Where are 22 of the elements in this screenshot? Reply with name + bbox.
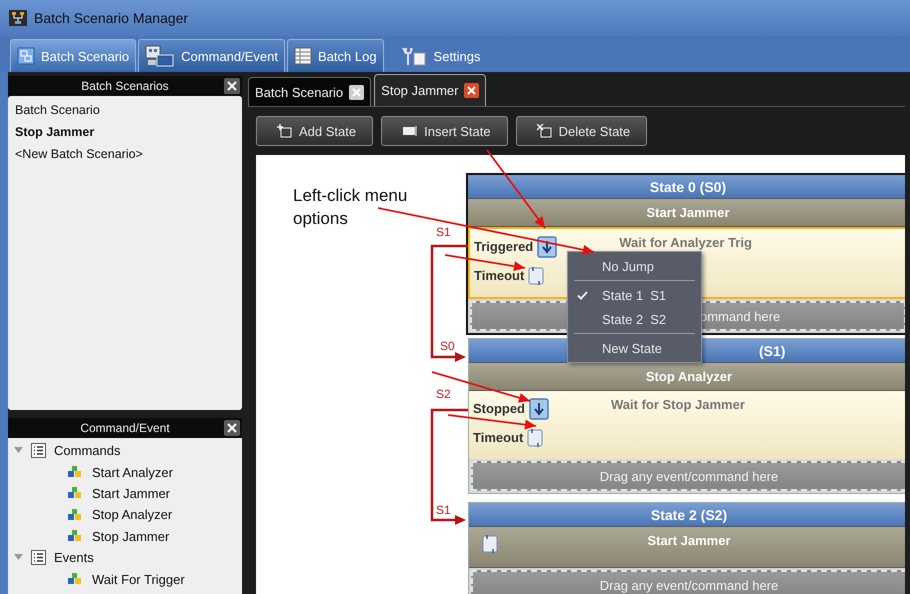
command-name: Stop Analyzer — [646, 369, 732, 384]
jump-label: S2 — [436, 387, 451, 401]
event-outcome: Timeout — [474, 268, 524, 283]
window-title: Batch Scenario Manager — [34, 10, 188, 26]
event-name: Wait for Stop Jammer — [611, 397, 745, 413]
drop-hint: Drag any event/command here — [600, 468, 778, 484]
state-title: State 2 (S2) — [469, 503, 905, 526]
event-outcome: Stopped — [473, 401, 525, 416]
event-name: Wait for Analyzer Trig — [619, 235, 752, 251]
event-outcome: Triggered — [474, 239, 534, 254]
jump-label: S1 — [436, 503, 451, 517]
panel-title: Batch Scenarios — [81, 79, 169, 93]
command-name: Start Jammer — [647, 533, 731, 548]
drop-hint: ommand here — [700, 308, 780, 324]
drop-hint: Drag any event/command here — [600, 578, 778, 592]
annotation-text: Left-click menu options — [293, 185, 408, 230]
jump-label: S1 — [436, 225, 451, 239]
event-outcome: Timeout — [473, 430, 524, 445]
jump-label: S0 — [440, 339, 455, 353]
state-title: State 0 (S0) — [468, 175, 905, 198]
command-name: Start Jammer — [646, 205, 730, 220]
panel-title: Command/Event — [80, 421, 170, 435]
